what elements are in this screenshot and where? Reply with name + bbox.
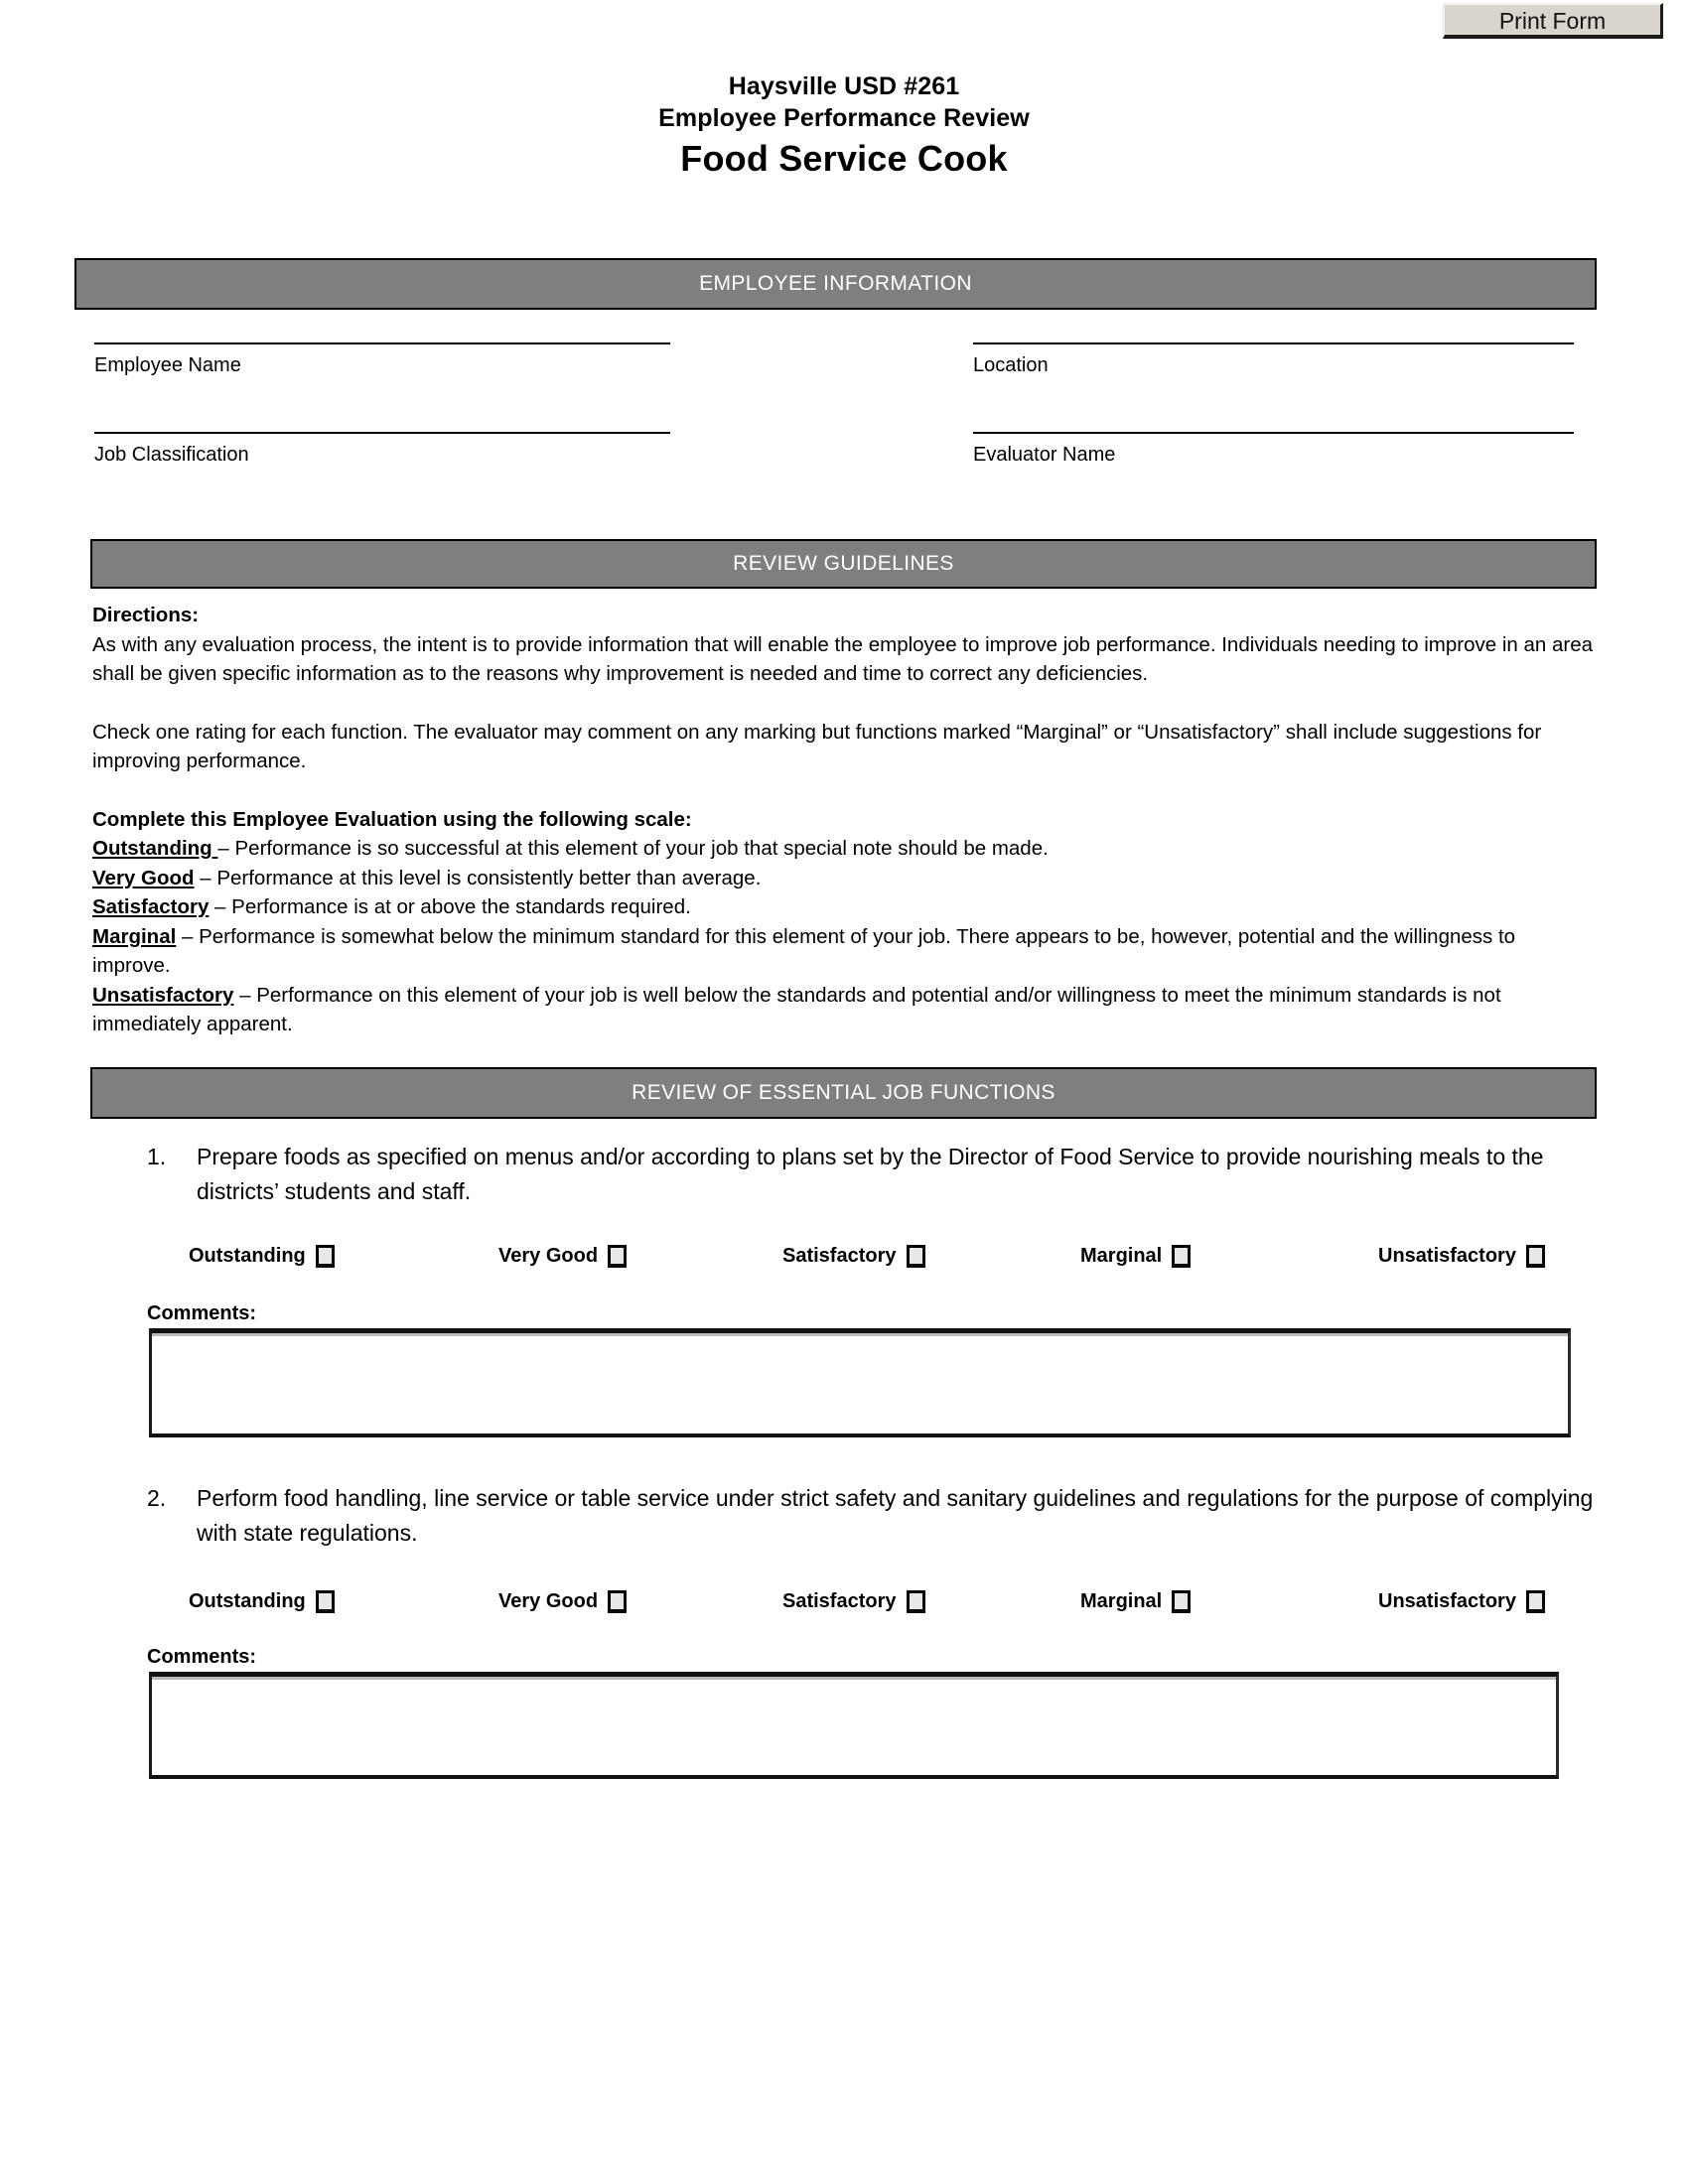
scale-term-marginal: Marginal: [92, 924, 177, 948]
rating-1-outstanding[interactable]: Outstanding: [189, 1244, 335, 1268]
review-guidelines-body: Directions: As with any evaluation proce…: [92, 601, 1597, 1039]
field-location[interactable]: Location: [973, 342, 1574, 378]
scale-heading: Complete this Employee Evaluation using …: [92, 807, 692, 831]
rating-1-outstanding-label: Outstanding: [189, 1245, 306, 1267]
rating-1-outstanding-checkbox[interactable]: [315, 1244, 335, 1268]
rating-1-marginal-checkbox[interactable]: [1172, 1244, 1192, 1268]
print-form-toolbar: Print Form: [0, 0, 1688, 44]
field-employee-name[interactable]: Employee Name: [94, 342, 670, 378]
rating-2-outstanding-label: Outstanding: [189, 1590, 306, 1612]
position-title: Food Service Cook: [680, 138, 1008, 179]
rating-1-satisfactory[interactable]: Satisfactory: [782, 1244, 925, 1268]
rating-2-outstanding[interactable]: Outstanding: [189, 1589, 335, 1613]
directions-heading: Directions:: [92, 604, 200, 626]
scale-term-satisfactory: Satisfactory: [92, 895, 210, 918]
scale-item-marginal: Marginal – Performance is somewhat below…: [92, 922, 1597, 981]
rating-1-very-good-label: Very Good: [498, 1245, 599, 1267]
rating-row-1: Outstanding Very Good Satisfactory Margi…: [189, 1244, 1594, 1278]
section-header-review-of-essential-job-functions-label: REVIEW OF ESSENTIAL JOB FUNCTIONS: [632, 1081, 1055, 1104]
scale-item-very-good: Very Good – Performance at this level is…: [92, 864, 1597, 893]
scale-item-outstanding: Outstanding – Performance is so successf…: [92, 834, 1597, 864]
employee-name-label: Employee Name: [94, 354, 241, 376]
section-header-review-guidelines: REVIEW GUIDELINES: [90, 539, 1597, 589]
scale-definition-satisfactory: – Performance is at or above the standar…: [209, 895, 691, 918]
rating-2-unsatisfactory[interactable]: Unsatisfactory: [1378, 1589, 1545, 1613]
section-header-review-guidelines-label: REVIEW GUIDELINES: [733, 552, 954, 575]
rating-row-2: Outstanding Very Good Satisfactory Margi…: [189, 1589, 1594, 1623]
rating-1-marginal-label: Marginal: [1080, 1245, 1163, 1267]
form-title-block: Haysville USD #261 Employee Performance …: [0, 71, 1688, 183]
section-header-employee-information-label: EMPLOYEE INFORMATION: [699, 272, 972, 295]
rating-1-very-good-checkbox[interactable]: [608, 1244, 628, 1268]
scale-term-very-good: Very Good: [92, 866, 195, 889]
location-label: Location: [973, 354, 1049, 376]
scale-item-satisfactory: Satisfactory – Performance is at or abov…: [92, 892, 1597, 922]
rating-1-unsatisfactory-label: Unsatisfactory: [1378, 1245, 1516, 1267]
scale-definition-unsatisfactory: – Performance on this element of your jo…: [92, 983, 1501, 1036]
job-function-1-row: 1. Prepare foods as specified on menus a…: [147, 1140, 1597, 1209]
comments-input-1[interactable]: [149, 1328, 1571, 1437]
comments-label-2: Comments:: [147, 1646, 257, 1668]
print-form-button[interactable]: Print Form: [1443, 3, 1663, 39]
field-job-classification[interactable]: Job Classification: [94, 432, 670, 468]
rating-1-marginal[interactable]: Marginal: [1080, 1244, 1192, 1268]
job-function-1-number: 1.: [147, 1144, 167, 1169]
rating-2-satisfactory[interactable]: Satisfactory: [782, 1589, 925, 1613]
comments-input-2[interactable]: [149, 1672, 1559, 1779]
rating-1-unsatisfactory-checkbox[interactable]: [1525, 1244, 1545, 1268]
evaluator-name-label: Evaluator Name: [973, 444, 1116, 466]
comments-label-1: Comments:: [147, 1302, 257, 1324]
rating-2-very-good[interactable]: Very Good: [498, 1589, 628, 1613]
rating-1-satisfactory-label: Satisfactory: [782, 1245, 897, 1267]
scale-definition-outstanding: – Performance is so successful at this e…: [217, 837, 1049, 860]
section-header-review-of-essential-job-functions: REVIEW OF ESSENTIAL JOB FUNCTIONS: [90, 1067, 1597, 1119]
job-classification-label: Job Classification: [94, 444, 249, 466]
rating-2-marginal[interactable]: Marginal: [1080, 1589, 1192, 1613]
job-function-1-text: Prepare foods as specified on menus and/…: [197, 1144, 1544, 1204]
rating-2-satisfactory-checkbox[interactable]: [906, 1589, 925, 1613]
job-function-2-number: 2.: [147, 1485, 167, 1511]
job-function-2-row: 2. Perform food handling, line service o…: [147, 1481, 1597, 1551]
guidelines-spacer-1: [92, 689, 1597, 718]
directions-paragraph: As with any evaluation process, the inte…: [92, 632, 1594, 686]
scale-definition-marginal: – Performance is somewhat below the mini…: [92, 924, 1516, 978]
field-evaluator-name[interactable]: Evaluator Name: [973, 432, 1574, 468]
rating-2-satisfactory-label: Satisfactory: [782, 1590, 897, 1612]
section-header-employee-information: EMPLOYEE INFORMATION: [74, 258, 1597, 310]
scale-term-outstanding: Outstanding: [92, 837, 218, 860]
rating-1-unsatisfactory[interactable]: Unsatisfactory: [1378, 1244, 1545, 1268]
rating-1-satisfactory-checkbox[interactable]: [906, 1244, 925, 1268]
job-function-2-text: Perform food handling, line service or t…: [197, 1485, 1594, 1546]
district-title: Haysville USD #261: [728, 72, 960, 100]
scale-definition-very-good: – Performance at this level is consisten…: [194, 866, 762, 889]
scale-item-unsatisfactory: Unsatisfactory – Performance on this ele…: [92, 981, 1597, 1039]
guidelines-spacer-2: [92, 776, 1597, 805]
job-function-2: 2. Perform food handling, line service o…: [147, 1481, 1597, 1551]
rating-2-outstanding-checkbox[interactable]: [315, 1589, 335, 1613]
rating-2-unsatisfactory-label: Unsatisfactory: [1378, 1590, 1516, 1612]
rating-2-very-good-checkbox[interactable]: [608, 1589, 628, 1613]
job-function-1: 1. Prepare foods as specified on menus a…: [147, 1140, 1597, 1209]
check-one-paragraph: Check one rating for each function. The …: [92, 720, 1542, 773]
performance-review-form-page: Print Form Haysville USD #261 Employee P…: [0, 0, 1688, 2184]
rating-2-marginal-label: Marginal: [1080, 1590, 1163, 1612]
form-type-title: Employee Performance Review: [658, 104, 1030, 132]
scale-term-unsatisfactory: Unsatisfactory: [92, 983, 234, 1007]
rating-2-very-good-label: Very Good: [498, 1590, 599, 1612]
rating-1-very-good[interactable]: Very Good: [498, 1244, 628, 1268]
rating-2-marginal-checkbox[interactable]: [1172, 1589, 1192, 1613]
rating-2-unsatisfactory-checkbox[interactable]: [1525, 1589, 1545, 1613]
